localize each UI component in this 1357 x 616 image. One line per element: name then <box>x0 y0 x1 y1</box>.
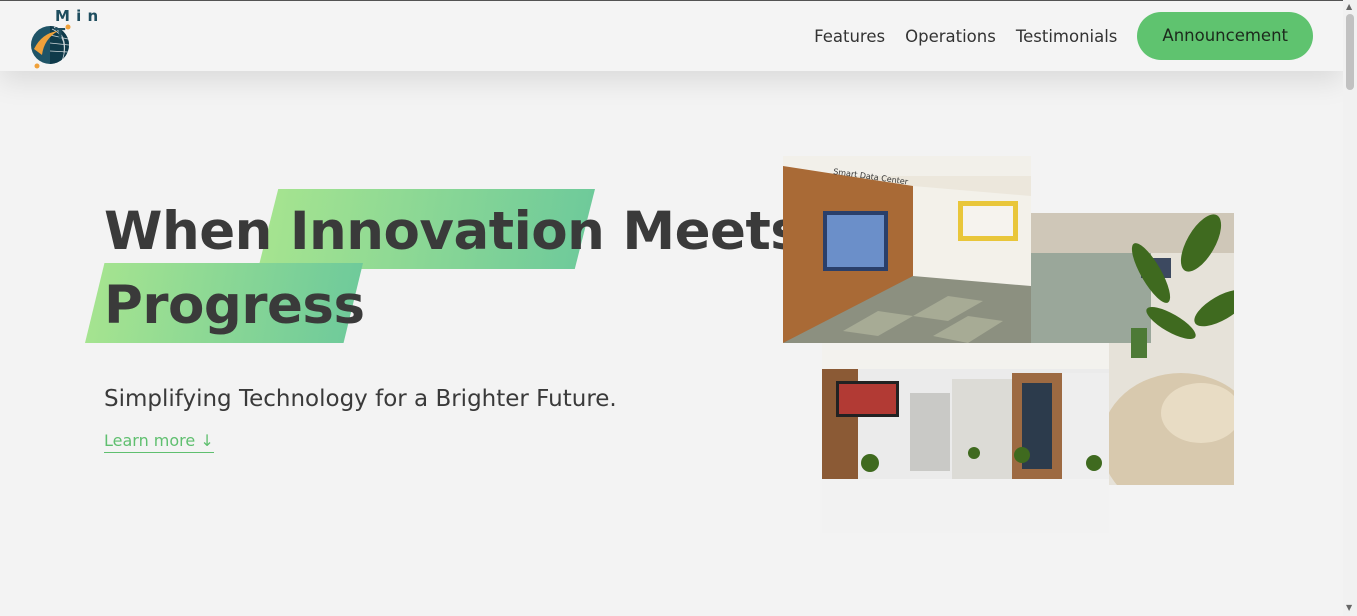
hero-title: When Innovation Meets Progress <box>104 195 802 343</box>
page-scrollbar[interactable]: ▲ ▼ <box>1343 0 1357 616</box>
main-nav: Features Operations Testimonials Announc… <box>794 12 1313 60</box>
logo-text: M i n T <box>55 7 99 43</box>
nav-link-operations[interactable]: Operations <box>905 27 996 46</box>
hero-title-when: When <box>104 201 290 262</box>
learn-more-link[interactable]: Learn more ↓ <box>104 431 214 453</box>
scroll-down-icon[interactable]: ▼ <box>1346 603 1352 612</box>
hero-title-innovation: Innovation <box>289 201 605 262</box>
nav-link-features[interactable]: Features <box>814 27 885 46</box>
nav-link-testimonials[interactable]: Testimonials <box>1016 27 1118 46</box>
scrollbar-thumb[interactable] <box>1346 14 1354 90</box>
hero-subtitle: Simplifying Technology for a Brighter Fu… <box>104 386 617 412</box>
photo-data-center-room: Smart Data Center <box>783 156 1031 343</box>
hero-title-meets: Meets <box>604 201 802 262</box>
scroll-up-icon[interactable]: ▲ <box>1346 2 1352 11</box>
announcement-button[interactable]: Announcement <box>1137 12 1313 60</box>
photo-hallway <box>822 343 1109 533</box>
hero-title-progress: Progress <box>104 275 365 336</box>
site-header: M i n T Features Operations Testimonials… <box>0 1 1343 71</box>
brand-logo[interactable]: M i n T <box>28 5 104 71</box>
